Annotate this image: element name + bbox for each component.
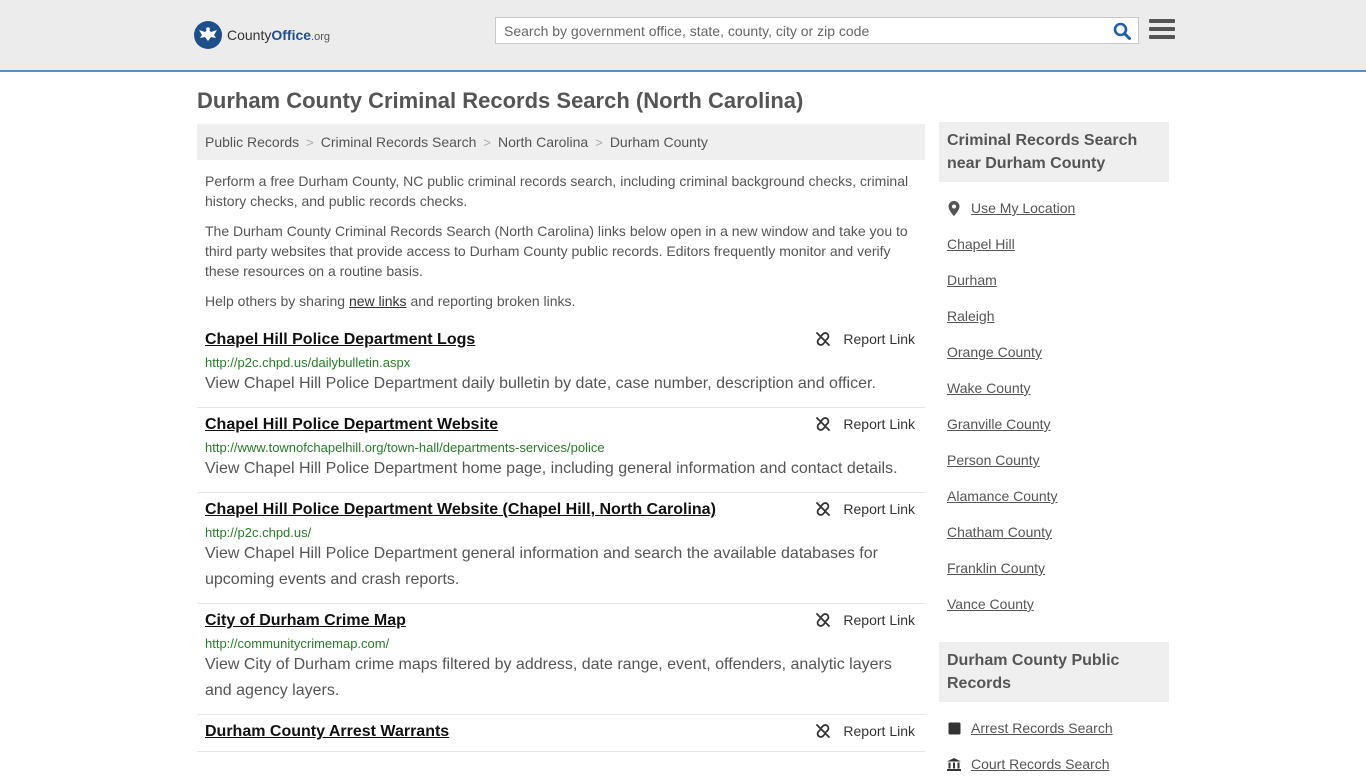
use-location-item: Use My Location — [947, 190, 1161, 226]
search-input[interactable] — [496, 18, 1112, 43]
map-pin-icon — [947, 200, 961, 216]
court-records-search-link[interactable]: Court Records Search — [971, 756, 1110, 772]
nearby-link-durham[interactable]: Durham — [947, 272, 997, 288]
breadcrumb-separator-icon: > — [306, 134, 314, 150]
result-item: City of Durham Crime Map Report Link htt… — [197, 604, 925, 715]
broken-link-icon — [816, 613, 831, 627]
nearby-item: Franklin County — [947, 550, 1161, 586]
eagle-seal-icon — [194, 21, 222, 49]
use-my-location-link[interactable]: Use My Location — [971, 200, 1075, 216]
nearby-link-chapel-hill[interactable]: Chapel Hill — [947, 236, 1015, 252]
nearby-item: Chatham County — [947, 514, 1161, 550]
breadcrumb-separator-icon: > — [595, 134, 603, 150]
nearby-item: Vance County — [947, 586, 1161, 622]
intro-paragraph: The Durham County Criminal Records Searc… — [205, 223, 908, 279]
public-records-item: Court Records Search — [947, 746, 1161, 782]
broken-link-icon — [816, 332, 831, 346]
report-link-button[interactable]: Report Link — [815, 723, 915, 739]
nearby-link-raleigh[interactable]: Raleigh — [947, 308, 994, 324]
new-links-link[interactable]: new links — [349, 293, 407, 309]
search-box — [495, 17, 1139, 44]
broken-link-icon — [816, 417, 831, 431]
public-records-heading: Durham County Public Records — [939, 642, 1169, 702]
result-url: http://p2c.chpd.us/ — [205, 525, 312, 540]
report-link-button[interactable]: Report Link — [815, 416, 915, 432]
breadcrumb: Public Records > Criminal Records Search… — [197, 124, 925, 160]
courthouse-icon — [947, 757, 961, 771]
result-item: Chapel Hill Police Department Website Re… — [197, 408, 925, 493]
report-link-button[interactable]: Report Link — [815, 612, 915, 628]
search-icon[interactable] — [1112, 21, 1132, 41]
breadcrumb-criminal-records-search[interactable]: Criminal Records Search — [321, 134, 477, 150]
nearby-item: Person County — [947, 442, 1161, 478]
result-title-link[interactable]: City of Durham Crime Map — [205, 612, 406, 630]
breadcrumb-separator-icon: > — [483, 134, 491, 150]
nearby-item: Raleigh — [947, 298, 1161, 334]
result-url: http://www.townofchapelhill.org/town-hal… — [205, 440, 605, 455]
nearby-link-alamance-county[interactable]: Alamance County — [947, 488, 1058, 504]
public-records-item: Arrest Records Search — [947, 710, 1161, 746]
sidebar: Criminal Records Search near Durham Coun… — [939, 122, 1169, 782]
site-logo[interactable]: CountyOffice.org — [194, 20, 330, 50]
nearby-link-granville-county[interactable]: Granville County — [947, 416, 1051, 432]
results-list: Chapel Hill Police Department Logs Repor… — [197, 323, 925, 752]
intro-paragraph: Perform a free Durham County, NC public … — [205, 173, 909, 209]
result-title-link[interactable]: Chapel Hill Police Department Website — [205, 416, 498, 434]
nearby-link-person-county[interactable]: Person County — [947, 452, 1040, 468]
report-link-button[interactable]: Report Link — [815, 331, 915, 347]
result-title-link[interactable]: Durham County Arrest Warrants — [205, 723, 449, 741]
public-records-list: Arrest Records Search Court Records Sear… — [939, 710, 1169, 782]
result-description: View Chapel Hill Police Department daily… — [205, 375, 876, 392]
result-description: View Chapel Hill Police Department gener… — [205, 545, 878, 588]
broken-link-icon — [816, 724, 831, 738]
result-description: View City of Durham crime maps filtered … — [205, 656, 892, 699]
nearby-list: Use My Location Chapel Hill Durham Ralei… — [939, 190, 1169, 622]
result-item: Durham County Arrest Warrants Report Lin… — [197, 715, 925, 752]
nearby-link-chatham-county[interactable]: Chatham County — [947, 524, 1052, 540]
result-item: Chapel Hill Police Department Logs Repor… — [197, 323, 925, 408]
broken-link-icon — [816, 502, 831, 516]
site-header: CountyOffice.org — [0, 0, 1366, 72]
nearby-item: Orange County — [947, 334, 1161, 370]
page-title: Durham County Criminal Records Search (N… — [197, 88, 804, 113]
intro-text: Perform a free Durham County, NC public … — [205, 171, 917, 321]
arrest-records-search-link[interactable]: Arrest Records Search — [971, 720, 1113, 736]
nearby-item: Alamance County — [947, 478, 1161, 514]
nearby-heading: Criminal Records Search near Durham Coun… — [939, 122, 1169, 182]
logo-text: CountyOffice.org — [227, 27, 331, 43]
nearby-link-franklin-county[interactable]: Franklin County — [947, 560, 1045, 576]
breadcrumb-north-carolina[interactable]: North Carolina — [498, 134, 588, 150]
nearby-item: Chapel Hill — [947, 226, 1161, 262]
result-url: http://p2c.chpd.us/dailybulletin.aspx — [205, 355, 411, 370]
result-item: Chapel Hill Police Department Website (C… — [197, 493, 925, 604]
breadcrumb-public-records[interactable]: Public Records — [205, 134, 299, 150]
nearby-item: Durham — [947, 262, 1161, 298]
arrest-records-icon — [947, 722, 961, 735]
result-title-link[interactable]: Chapel Hill Police Department Logs — [205, 331, 475, 349]
report-link-button[interactable]: Report Link — [815, 501, 915, 517]
hamburger-menu-icon[interactable] — [1149, 19, 1175, 43]
nearby-link-wake-county[interactable]: Wake County — [947, 380, 1031, 396]
result-description: View Chapel Hill Police Department home … — [205, 460, 898, 477]
result-url: http://communitycrimemap.com/ — [205, 636, 390, 651]
result-title-link[interactable]: Chapel Hill Police Department Website (C… — [205, 501, 716, 519]
help-paragraph: Help others by sharing new links and rep… — [205, 293, 576, 309]
breadcrumb-durham-county[interactable]: Durham County — [610, 134, 708, 150]
nearby-item: Granville County — [947, 406, 1161, 442]
nearby-link-vance-county[interactable]: Vance County — [947, 596, 1034, 612]
nearby-item: Wake County — [947, 370, 1161, 406]
nearby-link-orange-county[interactable]: Orange County — [947, 344, 1042, 360]
